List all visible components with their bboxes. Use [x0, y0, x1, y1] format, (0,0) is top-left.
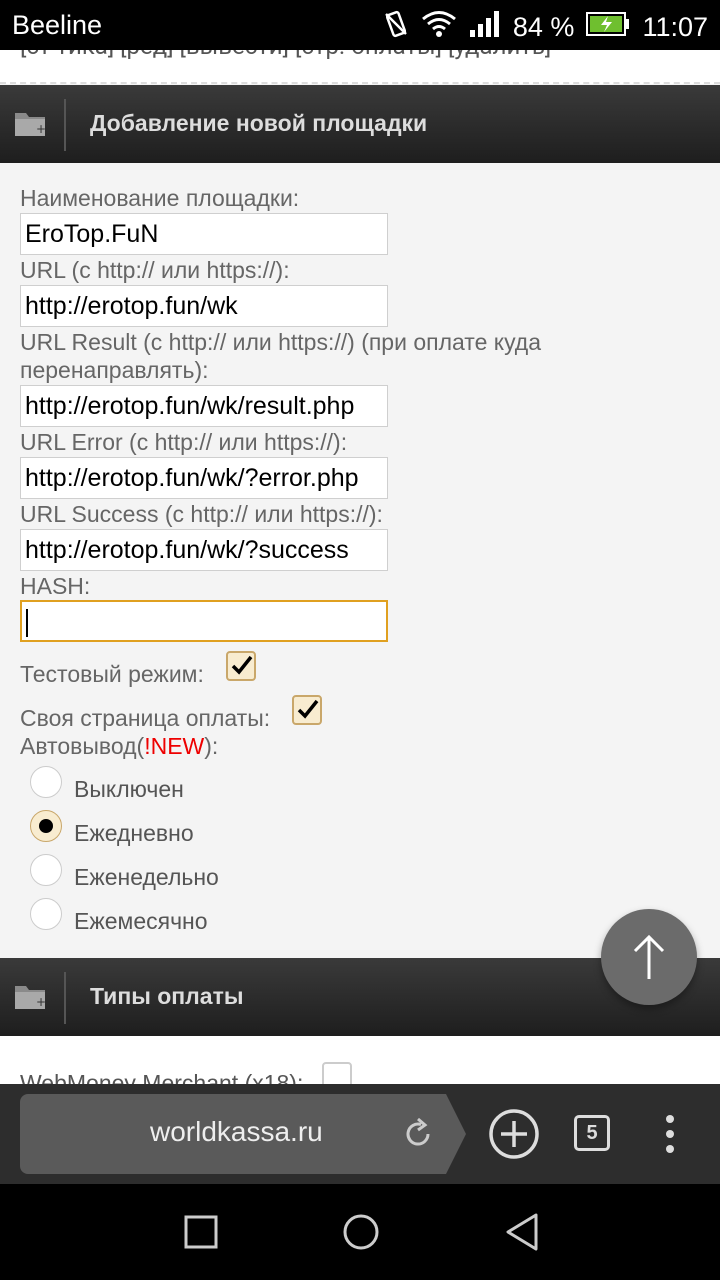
divider	[0, 82, 720, 84]
carrier-name: Beeline	[12, 10, 103, 40]
checkmark-icon	[231, 655, 253, 675]
url-result-input[interactable]: http://erotop.fun/wk/result.php	[20, 385, 388, 427]
vibrate-icon	[383, 10, 409, 45]
header-separator	[64, 972, 66, 1024]
signal-icon	[469, 10, 501, 45]
svg-text:+: +	[36, 995, 46, 1009]
more-menu-icon[interactable]	[664, 1114, 676, 1158]
section-title: Добавление новой площадки	[90, 110, 428, 136]
address-bar-arrow	[446, 1094, 466, 1174]
site-name-input[interactable]: EroTop.FuN	[20, 213, 388, 255]
checkmark-icon	[297, 699, 319, 719]
system-navigation-bar	[0, 1184, 720, 1280]
url-success-input[interactable]: http://erotop.fun/wk/?success	[20, 529, 388, 571]
radio-monthly[interactable]	[30, 898, 62, 930]
header-separator	[64, 99, 66, 151]
hash-input[interactable]	[20, 600, 388, 642]
wifi-icon	[421, 10, 457, 45]
address-text: worldkassa.ru	[150, 1116, 323, 1147]
own-payment-page-checkbox[interactable]	[292, 695, 322, 725]
payment-type-checkbox[interactable]	[322, 1062, 352, 1086]
status-icons: 84 % 11:07	[383, 10, 708, 45]
test-mode-label: Тестовый режим:	[20, 661, 204, 687]
scroll-to-top-button[interactable]	[601, 909, 697, 1005]
url-result-label-line2: перенаправлять):	[20, 357, 209, 383]
payment-types-list: WebMoney Merchant (x18):	[0, 1036, 720, 1086]
status-bar: Beeline 84 % 11:07	[0, 0, 720, 50]
radio-daily-label: Ежедневно	[74, 820, 194, 846]
radio-weekly[interactable]	[30, 854, 62, 886]
reload-icon[interactable]	[404, 1117, 434, 1154]
own-payment-page-label: Своя страница оплаты:	[20, 705, 271, 731]
url-success-label: URL Success (с http:// или https://):	[20, 501, 383, 527]
autowithdraw-label: Автовывод(!NEW):	[20, 733, 219, 759]
battery-percent: 84 %	[512, 12, 575, 42]
clock: 11:07	[642, 12, 708, 42]
svg-text:+: +	[36, 122, 46, 136]
browser-toolbar: worldkassa.ru 5	[0, 1084, 720, 1184]
radio-monthly-label: Ежемесячно	[74, 908, 208, 934]
radio-weekly-label: Еженедельно	[74, 864, 219, 890]
url-result-label-line1: URL Result (с http:// или https://) (при…	[20, 329, 542, 355]
arrow-up-icon	[633, 934, 665, 979]
battery-charging-icon	[586, 11, 630, 44]
section-header-add-site: + Добавление новой площадки	[0, 85, 720, 163]
folder-add-icon: +	[14, 109, 46, 137]
text-caret	[26, 609, 28, 638]
new-tab-icon[interactable]	[488, 1108, 540, 1164]
url-input[interactable]: http://erotop.fun/wk	[20, 285, 388, 327]
radio-off[interactable]	[30, 766, 62, 798]
home-icon[interactable]	[342, 1213, 380, 1255]
radio-off-label: Выключен	[74, 776, 184, 802]
url-error-label: URL Error (с http:// или https://):	[20, 429, 348, 455]
site-actions-row: [ст тика] [ред] [вывести] [стр. оплаты] …	[0, 50, 720, 84]
new-badge: !NEW	[144, 733, 205, 759]
url-error-input[interactable]: http://erotop.fun/wk/?error.php	[20, 457, 388, 499]
section-title: Типы оплаты	[90, 983, 244, 1009]
recent-apps-icon[interactable]	[184, 1215, 218, 1253]
site-name-label: Наименование площадки:	[20, 185, 300, 211]
site-action-links[interactable]: [ст тика] [ред] [вывести] [стр. оплаты] …	[20, 50, 551, 60]
test-mode-checkbox[interactable]	[226, 651, 256, 681]
back-icon[interactable]	[502, 1212, 542, 1256]
tabs-button[interactable]: 5	[574, 1115, 610, 1151]
hash-label: HASH:	[20, 573, 91, 599]
address-bar[interactable]: worldkassa.ru	[20, 1094, 446, 1174]
radio-daily[interactable]	[30, 810, 62, 842]
url-label: URL (с http:// или https://):	[20, 257, 290, 283]
folder-add-icon: +	[14, 982, 46, 1010]
